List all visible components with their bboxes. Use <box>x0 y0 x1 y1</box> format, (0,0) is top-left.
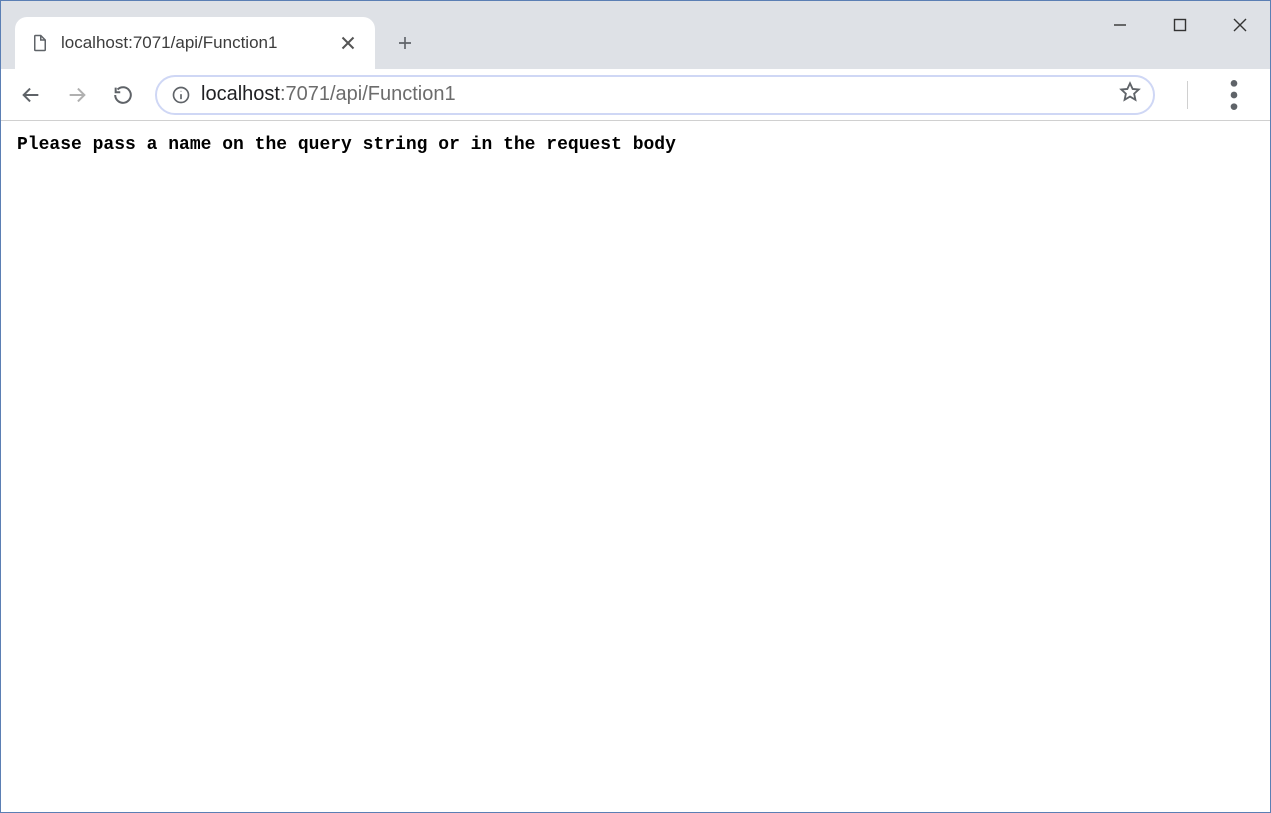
browser-menu-button[interactable] <box>1214 75 1254 115</box>
close-icon <box>1232 17 1248 33</box>
arrow-left-icon <box>20 84 42 106</box>
close-icon <box>337 32 359 54</box>
minimize-icon <box>1112 17 1128 33</box>
info-icon <box>171 85 191 105</box>
toolbar: localhost:7071/api/Function1 <box>1 69 1270 121</box>
reload-button[interactable] <box>103 75 143 115</box>
toolbar-separator <box>1187 81 1188 109</box>
star-icon <box>1119 81 1141 103</box>
forward-button[interactable] <box>57 75 97 115</box>
titlebar: localhost:7071/api/Function1 <box>1 1 1270 69</box>
window-maximize-button[interactable] <box>1150 1 1210 49</box>
kebab-menu-icon <box>1214 75 1254 115</box>
tabstrip: localhost:7071/api/Function1 <box>1 17 429 69</box>
bookmark-button[interactable] <box>1119 81 1141 108</box>
browser-tab[interactable]: localhost:7071/api/Function1 <box>15 17 375 69</box>
tab-title: localhost:7071/api/Function1 <box>61 33 325 53</box>
url-text: localhost:7071/api/Function1 <box>201 83 1109 106</box>
maximize-icon <box>1172 17 1188 33</box>
file-icon <box>31 34 49 52</box>
arrow-right-icon <box>66 84 88 106</box>
page-content: Please pass a name on the query string o… <box>1 121 1270 812</box>
window-controls <box>1090 1 1270 49</box>
url-path: :7071/api/Function1 <box>280 83 456 105</box>
response-body: Please pass a name on the query string o… <box>17 135 1254 155</box>
new-tab-button[interactable] <box>381 19 429 67</box>
tab-close-button[interactable] <box>337 32 359 54</box>
plus-icon <box>396 34 414 52</box>
address-bar[interactable]: localhost:7071/api/Function1 <box>155 75 1155 115</box>
reload-icon <box>112 84 134 106</box>
window-minimize-button[interactable] <box>1090 1 1150 49</box>
window-close-button[interactable] <box>1210 1 1270 49</box>
url-host: localhost <box>201 83 280 105</box>
back-button[interactable] <box>11 75 51 115</box>
site-info-button[interactable] <box>171 85 191 105</box>
